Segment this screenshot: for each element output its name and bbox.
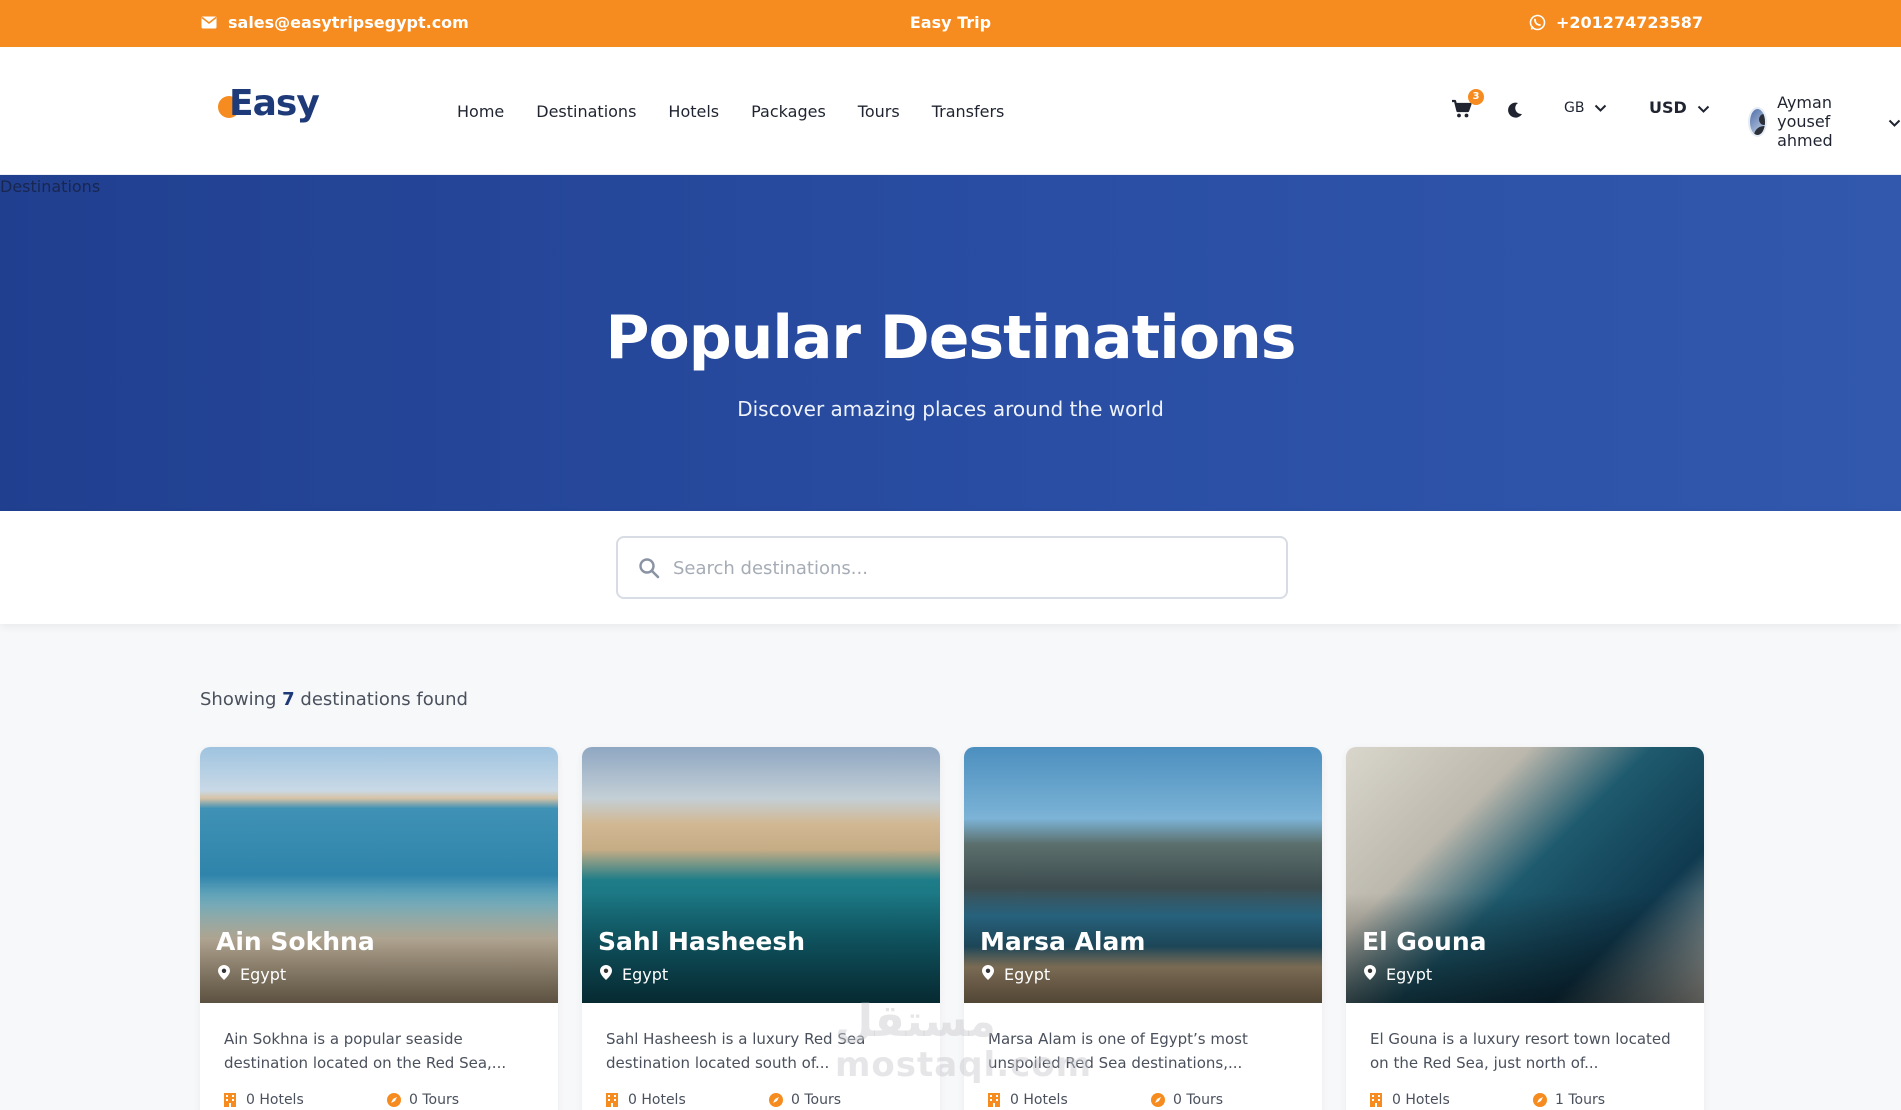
tours-count: 0 Tours [769,1092,841,1108]
destination-title[interactable]: Marsa Alam [980,927,1145,956]
tours-count: 1 Tours [1533,1092,1605,1108]
destination-location: Egypt [218,965,286,984]
hotels-count: 0 Hotels [606,1092,686,1108]
currency-value: USD [1649,98,1687,117]
chevron-down-icon [1888,112,1901,131]
nav-destinations[interactable]: Destinations [536,102,636,121]
destination-card[interactable]: El Gouna Egypt El Gouna is a luxury reso… [1346,747,1704,1110]
results-prefix: Showing [200,689,277,710]
user-menu[interactable]: Ayman yousef ahmed [1748,93,1901,150]
destination-card[interactable]: Ain Sokhna Egypt Ain Sokhna is a popular… [200,747,558,1110]
top-bar: sales@easytripsegypt.com Easy Trip +2012… [0,0,1901,47]
header-tools: 3 GB USD Ayman yousef ahmed [1101,47,1901,175]
chevron-down-icon [1697,98,1710,117]
page-subtitle: Discover amazing places around the world [737,397,1164,421]
destination-country: Egypt [240,965,287,984]
cart-icon [1451,99,1473,123]
nav-tours[interactable]: Tours [858,102,900,121]
results-count: Showing 7 destinations found [200,689,468,710]
search-box [616,536,1288,599]
compass-icon [1151,1093,1165,1107]
cart-button[interactable]: 3 [1451,89,1484,123]
destination-cards: Ain Sokhna Egypt Ain Sokhna is a popular… [200,747,1705,1110]
tours-count-text: 0 Tours [409,1092,460,1108]
language-selector[interactable]: GB [1564,100,1607,116]
destination-description: Marsa Alam is one of Egypt’s most unspoi… [988,1030,1248,1072]
destination-description: Ain Sokhna is a popular seaside destinat… [224,1030,507,1072]
contact-phone[interactable]: +201274723587 [1528,13,1703,32]
destination-location: Egypt [1364,965,1432,984]
hotels-count-text: 0 Hotels [628,1092,686,1108]
destination-location: Egypt [600,965,668,984]
tours-count-text: 0 Tours [1173,1092,1224,1108]
hotels-count-text: 0 Hotels [246,1092,304,1108]
search-section [0,511,1901,624]
destination-country: Egypt [1386,965,1433,984]
hotel-icon [606,1093,620,1107]
main-nav: Home Destinations Hotels Packages Tours … [457,47,1004,175]
search-input[interactable] [673,550,1263,586]
whatsapp-icon [1528,14,1546,32]
destination-description: Sahl Hasheesh is a luxury Red Sea destin… [606,1030,866,1072]
search-icon [638,557,660,579]
currency-selector[interactable]: USD [1649,98,1710,117]
hotels-count: 0 Hotels [224,1092,304,1108]
nav-hotels[interactable]: Hotels [668,102,719,121]
location-pin-icon [1364,965,1376,984]
destination-card[interactable]: Sahl Hasheesh Egypt Sahl Hasheesh is a l… [582,747,940,1110]
destination-card[interactable]: Marsa Alam Egypt Marsa Alam is one of Eg… [964,747,1322,1110]
hotels-count-text: 0 Hotels [1010,1092,1068,1108]
destination-title[interactable]: Ain Sokhna [216,927,375,956]
compass-icon [1533,1093,1547,1107]
destination-title[interactable]: El Gouna [1362,927,1487,956]
destination-title[interactable]: Sahl Hasheesh [598,927,805,956]
nav-transfers[interactable]: Transfers [932,102,1005,121]
contact-phone-text: +201274723587 [1556,13,1703,32]
location-pin-icon [982,965,994,984]
nav-home[interactable]: Home [457,102,504,121]
location-pin-icon [600,965,612,984]
site-logo[interactable]: Easy [215,83,325,133]
hotels-count: 0 Hotels [1370,1092,1450,1108]
hotel-icon [988,1093,1002,1107]
hero-image-alt-text: Destinations [0,177,101,196]
main-header: Easy Home Destinations Hotels Packages T… [0,47,1901,175]
hotels-count-text: 0 Hotels [1392,1092,1450,1108]
results-suffix: destinations found [300,689,468,710]
compass-icon [769,1093,783,1107]
dark-mode-toggle[interactable] [1506,101,1526,121]
chevron-down-icon [1594,100,1607,116]
hotels-count: 0 Hotels [988,1092,1068,1108]
destination-location: Egypt [982,965,1050,984]
tours-count: 0 Tours [387,1092,459,1108]
destination-description: El Gouna is a luxury resort town located… [1370,1030,1671,1072]
location-pin-icon [218,965,230,984]
nav-packages[interactable]: Packages [751,102,826,121]
tours-count: 0 Tours [1151,1092,1223,1108]
hotel-icon [1370,1093,1384,1107]
compass-icon [387,1093,401,1107]
moon-icon [1506,102,1524,123]
logo-text: Easy [229,83,320,124]
tours-count-text: 1 Tours [1555,1092,1606,1108]
hotel-icon [224,1093,238,1107]
avatar [1748,106,1768,137]
destination-country: Egypt [622,965,669,984]
results-number: 7 [282,689,295,710]
cart-count-badge: 3 [1468,89,1484,105]
language-value: GB [1564,100,1585,116]
page-title: Popular Destinations [605,303,1297,373]
destination-country: Egypt [1004,965,1051,984]
hero-banner: Destinations Popular Destinations Discov… [0,175,1901,511]
user-name: Ayman yousef ahmed [1777,93,1833,150]
tours-count-text: 0 Tours [791,1092,842,1108]
